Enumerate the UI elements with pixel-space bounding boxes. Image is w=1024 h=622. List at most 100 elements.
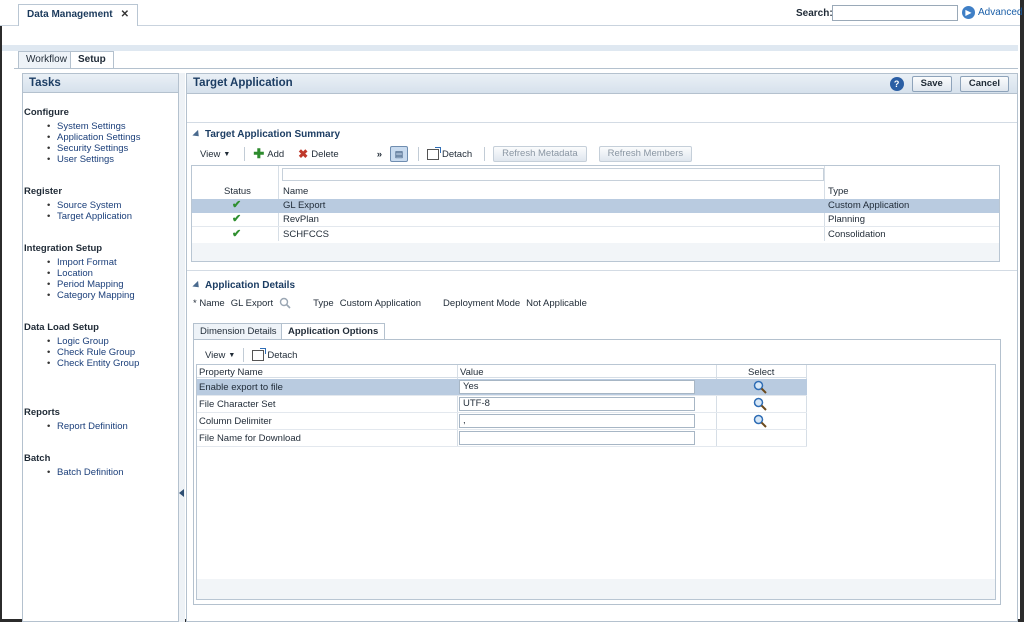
- filter-input[interactable]: [282, 168, 824, 181]
- summary-section-title: Target Application Summary: [192, 129, 340, 140]
- link-import-format[interactable]: Import Format: [47, 257, 117, 268]
- link-system-settings[interactable]: System Settings: [47, 121, 126, 132]
- row-name: RevPlan: [283, 214, 319, 225]
- tasks-panel: Tasks Configure System Settings Applicat…: [22, 73, 179, 622]
- row-type: Custom Application: [828, 200, 910, 211]
- link-report-definition[interactable]: Report Definition: [47, 421, 128, 432]
- expand-triangle-icon[interactable]: [192, 129, 202, 140]
- value-input[interactable]: ,: [459, 414, 695, 428]
- target-application-table: Status Name Type ✔ GL Export Custom Appl…: [191, 165, 1000, 262]
- tab-setup[interactable]: Setup: [70, 51, 114, 69]
- page-title-text: Target Application: [193, 77, 293, 89]
- value-input[interactable]: Yes: [459, 380, 695, 394]
- header-value[interactable]: Value: [460, 367, 484, 378]
- link-user-settings[interactable]: User Settings: [47, 154, 114, 165]
- group-register: Register: [24, 186, 63, 197]
- search-label: Search:: [796, 8, 833, 19]
- more-actions-button[interactable]: »: [377, 149, 382, 160]
- tab-application-options[interactable]: Application Options: [281, 323, 386, 340]
- details-summary-line: * Name GL Export Type Custom Application…: [193, 297, 587, 309]
- view-menu[interactable]: View ▼: [200, 149, 230, 160]
- section-divider: [187, 270, 1017, 271]
- table-footer: [192, 243, 999, 261]
- toolbar-separator: [243, 348, 245, 362]
- close-icon[interactable]: ✕: [121, 9, 129, 20]
- header-band: [2, 45, 1018, 51]
- row-name: GL Export: [283, 200, 326, 211]
- deployment-mode-label: Deployment Mode: [443, 297, 521, 309]
- table-row[interactable]: File Character Set UTF-8: [197, 396, 807, 413]
- status-check-icon: ✔: [232, 228, 242, 240]
- group-data-load-setup: Data Load Setup: [24, 322, 99, 333]
- expand-triangle-icon[interactable]: [192, 280, 202, 291]
- header-actions: ? Save Cancel: [889, 76, 1009, 92]
- deployment-mode-value: Not Applicable: [526, 297, 587, 309]
- save-button[interactable]: Save: [911, 76, 952, 92]
- table-row[interactable]: Column Delimiter ,: [197, 413, 807, 430]
- value-input[interactable]: [459, 431, 695, 445]
- section-divider: [187, 122, 1017, 123]
- panel-splitter[interactable]: [179, 73, 185, 622]
- link-target-application[interactable]: Target Application: [47, 211, 132, 222]
- summary-toolbar: View ▼ ✚ Add ✖ Delete » ▤ Detach Refresh Me…: [200, 146, 693, 162]
- link-application-settings[interactable]: Application Settings: [47, 132, 141, 143]
- advanced-search-link[interactable]: ▶ Advanced: [962, 6, 1022, 19]
- columns-icon[interactable]: ▤: [390, 146, 408, 162]
- view-menu[interactable]: View ▼: [205, 350, 235, 361]
- table-row[interactable]: ✔ RevPlan Planning: [192, 213, 999, 227]
- link-category-mapping[interactable]: Category Mapping: [47, 290, 135, 301]
- link-logic-group[interactable]: Logic Group: [47, 336, 109, 347]
- link-batch-definition[interactable]: Batch Definition: [47, 467, 123, 478]
- detach-button[interactable]: Detach: [427, 146, 472, 160]
- link-security-settings[interactable]: Security Settings: [47, 143, 128, 154]
- details-title-text: Application Details: [205, 280, 296, 291]
- advanced-label: Advanced: [978, 7, 1023, 18]
- header-status[interactable]: Status: [224, 186, 251, 197]
- tab-dimension-details[interactable]: Dimension Details: [193, 323, 284, 340]
- toolbar-separator: [418, 147, 419, 161]
- header-name[interactable]: Name: [283, 186, 308, 197]
- delete-button[interactable]: ✖ Delete: [298, 147, 339, 161]
- search-icon[interactable]: [753, 380, 767, 394]
- property-name: File Character Set: [199, 399, 276, 410]
- value-input[interactable]: UTF-8: [459, 397, 695, 411]
- table-header-row: Property Name Value Select: [197, 365, 807, 378]
- detach-label: Detach: [267, 349, 298, 361]
- delete-label: Delete: [311, 148, 339, 160]
- detach-button[interactable]: Detach: [252, 347, 298, 361]
- header-type[interactable]: Type: [828, 186, 849, 197]
- application-options-table: Property Name Value Select Enable export…: [196, 364, 996, 600]
- delete-icon: ✖: [298, 147, 309, 161]
- search-icon[interactable]: [753, 414, 767, 428]
- property-name: Column Delimiter: [199, 416, 272, 427]
- link-check-rule-group[interactable]: Check Rule Group: [47, 347, 135, 358]
- name-value: GL Export: [230, 297, 274, 309]
- table-row[interactable]: ✔ SCHFCCS Consolidation: [192, 228, 999, 242]
- add-button[interactable]: ✚ Add: [253, 147, 284, 160]
- table-row[interactable]: File Name for Download: [197, 430, 807, 447]
- options-toolbar: View ▼ Detach: [205, 347, 311, 362]
- search-icon[interactable]: [279, 297, 291, 309]
- collapse-arrow-icon[interactable]: [179, 489, 184, 497]
- refresh-metadata-button[interactable]: Refresh Metadata: [493, 146, 587, 162]
- group-configure: Configure: [24, 107, 69, 118]
- status-check-icon: ✔: [232, 199, 242, 211]
- link-check-entity-group[interactable]: Check Entity Group: [47, 358, 139, 369]
- header-property-name[interactable]: Property Name: [199, 367, 263, 378]
- toolbar-separator: [484, 147, 486, 161]
- table-row[interactable]: Enable export to file Yes: [197, 379, 807, 396]
- refresh-members-button[interactable]: Refresh Members: [598, 146, 693, 162]
- table-row[interactable]: ✔ GL Export Custom Application: [192, 199, 999, 213]
- search-input[interactable]: [832, 5, 958, 21]
- help-icon[interactable]: ?: [889, 77, 904, 91]
- details-section-title: Application Details: [192, 280, 296, 291]
- header-select[interactable]: Select: [748, 367, 774, 378]
- tab-divider: [14, 68, 1018, 69]
- link-period-mapping[interactable]: Period Mapping: [47, 279, 123, 290]
- data-management-tab[interactable]: Data Management ✕: [18, 4, 138, 26]
- link-location[interactable]: Location: [47, 268, 93, 279]
- cancel-button[interactable]: Cancel: [959, 76, 1009, 92]
- link-source-system[interactable]: Source System: [47, 200, 121, 211]
- search-icon[interactable]: [753, 397, 767, 411]
- tab-workflow[interactable]: Workflow: [18, 51, 75, 69]
